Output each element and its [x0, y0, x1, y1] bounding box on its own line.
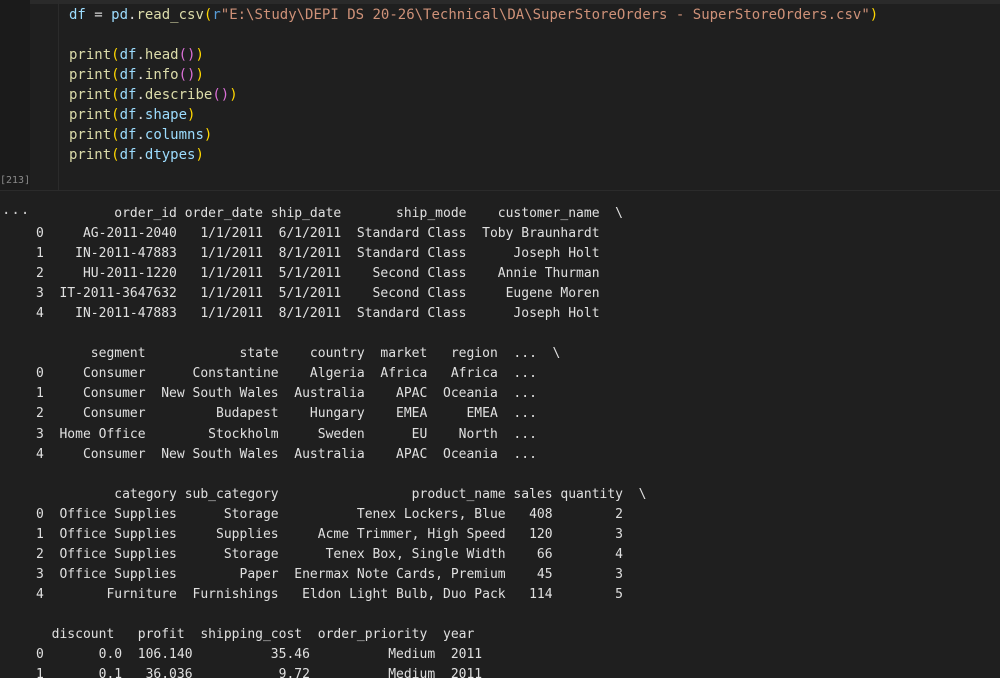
code-token: print: [69, 147, 112, 163]
output-text: order_id order_date ship_date ship_mode …: [36, 204, 646, 678]
code-token: ): [869, 7, 879, 23]
code-token: ): [203, 127, 213, 143]
code-line[interactable]: print(df.dtypes): [69, 145, 878, 165]
output-line: 3 Home Office Stockholm Sweden EU North …: [36, 426, 561, 442]
code-token: ): [195, 47, 204, 63]
code-token: .: [136, 147, 145, 163]
code-token: pd: [111, 7, 129, 23]
cell-output: ... order_id order_date ship_date ship_m…: [0, 192, 1000, 678]
code-token: (): [178, 67, 196, 83]
output-line: 1 Consumer New South Wales Australia APA…: [36, 386, 561, 402]
output-line: 0 Consumer Constantine Algeria Africa Af…: [36, 366, 561, 382]
code-token: (: [111, 107, 120, 123]
code-line[interactable]: df = pd.read_csv(r"E:\Study\DEPI DS 20-2…: [69, 5, 878, 25]
code-line[interactable]: print(df.columns): [69, 125, 878, 145]
code-token: columns: [144, 127, 204, 143]
code-token: .: [136, 127, 145, 143]
code-lines[interactable]: df = pd. read_csv ( r"E:\Study\DEPI DS 20-2…: [69, 5, 878, 165]
code-line[interactable]: print(df.head()): [69, 45, 878, 65]
output-line: 2 Office Supplies Storage Tenex Box, Sin…: [36, 546, 647, 562]
output-line: category sub_category product_name sales…: [36, 486, 647, 502]
code-token: describe: [144, 87, 213, 103]
code-token: .: [136, 47, 145, 63]
output-line: 3 IT-2011-3647632 1/1/2011 5/1/2011 Seco…: [36, 286, 623, 302]
code-token: shape: [144, 107, 188, 123]
code-token: (): [178, 47, 196, 63]
output-actions-ellipsis-icon[interactable]: ...: [2, 202, 30, 218]
output-line: 4 IN-2011-47883 1/1/2011 8/1/2011 Standa…: [36, 306, 623, 322]
execution-count: [213]: [0, 175, 31, 186]
code-token: df: [69, 7, 86, 23]
code-token: .: [136, 87, 145, 103]
code-token: r: [212, 7, 221, 23]
code-token: (: [111, 87, 120, 103]
code-token: .: [136, 107, 145, 123]
code-token: .: [136, 67, 145, 83]
code-token: dtypes: [144, 147, 196, 163]
code-line[interactable]: [69, 25, 878, 45]
code-token: df: [119, 147, 137, 163]
output-line: 4 Consumer New South Wales Australia APA…: [36, 446, 561, 462]
output-line: 0 Office Supplies Storage Tenex Lockers,…: [36, 506, 647, 522]
code-token: (: [111, 147, 120, 163]
code-token: =: [85, 7, 112, 23]
code-token: print: [69, 107, 112, 123]
code-token: (: [111, 47, 120, 63]
code-token: ): [195, 67, 204, 83]
output-line: 3 Office Supplies Paper Enermax Note Car…: [36, 566, 647, 582]
code-token: print: [69, 47, 112, 63]
code-token: (: [111, 67, 120, 83]
output-line: 2 Consumer Budapest Hungary EMEA EMEA ..…: [36, 406, 561, 422]
code-token: ): [229, 87, 238, 103]
output-line: 4 Furniture Furnishings Eldon Light Bulb…: [36, 586, 647, 602]
output-line: 1 IN-2011-47883 1/1/2011 8/1/2011 Standa…: [36, 246, 623, 262]
code-token: df: [119, 127, 137, 143]
output-line: discount profit shipping_cost order_prio…: [36, 626, 490, 642]
code-token: df: [119, 107, 137, 123]
code-cell[interactable]: [213] df = pd. read_csv ( r"E:\Study\DEPI D…: [0, 0, 1000, 191]
output-line: segment state country market region ... …: [36, 346, 561, 362]
cell-gutter: [213]: [0, 0, 30, 190]
output-line: 1 0.1 36.036 9.72 Medium 2011: [36, 667, 498, 678]
output-line: 2 HU-2011-1220 1/1/2011 5/1/2011 Second …: [36, 266, 623, 282]
code-token: df: [119, 87, 137, 103]
code-token: read_csv: [136, 7, 204, 23]
code-line[interactable]: print(df.shape): [69, 105, 878, 125]
code-line[interactable]: print(df.info()): [69, 65, 878, 85]
code-token: head: [144, 47, 179, 63]
output-line: 0 AG-2011-2040 1/1/2011 6/1/2011 Standar…: [36, 226, 623, 242]
code-line[interactable]: print(df.describe()): [69, 85, 878, 105]
code-token: (: [111, 127, 120, 143]
code-token: "E:\Study\DEPI DS 20-26\Technical\DA\Sup…: [220, 7, 870, 23]
code-token: print: [69, 87, 112, 103]
code-token: print: [69, 67, 112, 83]
output-line: order_id order_date ship_date ship_mode …: [36, 206, 623, 221]
code-token: print: [69, 127, 112, 143]
code-token: (): [212, 87, 230, 103]
code-token: info: [144, 67, 179, 83]
output-line: 0 0.0 106.140 35.46 Medium 2011: [36, 647, 498, 663]
code-token: ): [187, 107, 196, 123]
code-token: ): [195, 147, 204, 163]
code-token: df: [119, 47, 137, 63]
output-line: 1 Office Supplies Supplies Acme Trimmer,…: [36, 526, 647, 542]
code-editor[interactable]: df = pd. read_csv ( r"E:\Study\DEPI DS 20-2…: [58, 0, 998, 190]
code-token: df: [119, 67, 137, 83]
